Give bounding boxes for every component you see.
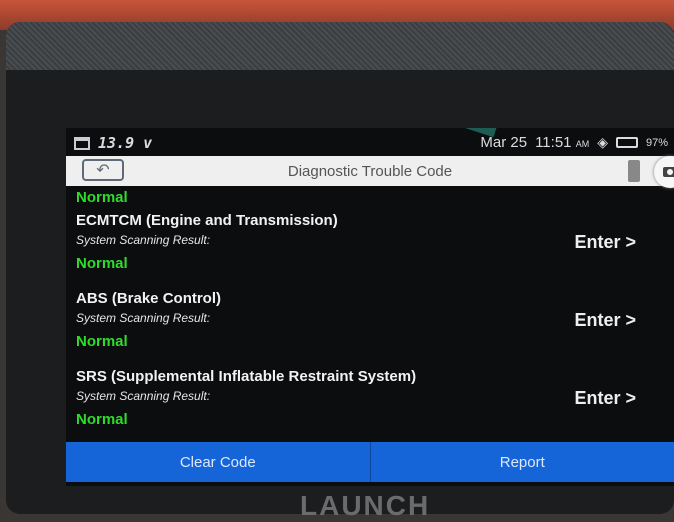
screen: 13.9 v Mar 25 11:51 AM ◈ 97% ↶ Diagnosti… (66, 128, 674, 486)
scan-result-label: System Scanning Result: (76, 389, 210, 403)
battery-percent: 97% (646, 137, 668, 149)
status-normal: Normal (76, 189, 128, 206)
report-button[interactable]: Report (371, 442, 674, 482)
system-list: Normal ECMTCM (Engine and Transmission) … (66, 186, 674, 440)
page-title: Diagnostic Trouble Code (66, 163, 674, 180)
scan-result-label: System Scanning Result: (76, 311, 210, 325)
camera-icon (663, 167, 674, 177)
brand-logo: LAUNCH (300, 490, 430, 522)
system-name: ECMTCM (Engine and Transmission) (76, 212, 338, 229)
enter-button[interactable]: Enter > (574, 388, 636, 409)
wifi-icon: ◈ (597, 134, 608, 151)
voltage-readout: 13.9 v (98, 134, 152, 152)
time: 11:51 AM (535, 134, 589, 151)
document-icon[interactable] (628, 160, 640, 182)
bottom-action-bar: Clear Code Report (66, 442, 674, 482)
status-normal: Normal (76, 333, 128, 350)
list-item[interactable]: SRS (Supplemental Inflatable Restraint S… (76, 368, 666, 446)
status-bar: 13.9 v Mar 25 11:51 AM ◈ 97% (66, 128, 674, 156)
scan-result-label: System Scanning Result: (76, 233, 210, 247)
system-name: ABS (Brake Control) (76, 290, 221, 307)
device-frame-top (6, 22, 674, 70)
calendar-icon (74, 137, 90, 150)
enter-button[interactable]: Enter > (574, 232, 636, 253)
list-item[interactable]: ECMTCM (Engine and Transmission) System … (76, 212, 666, 290)
title-bar: ↶ Diagnostic Trouble Code (66, 156, 674, 186)
list-item[interactable]: ABS (Brake Control) System Scanning Resu… (76, 290, 666, 368)
screenshot-button[interactable] (654, 156, 674, 188)
status-normal: Normal (76, 411, 128, 428)
battery-icon (616, 137, 638, 148)
clear-code-button[interactable]: Clear Code (66, 442, 370, 482)
date: Mar 25 (480, 134, 527, 151)
system-name: SRS (Supplemental Inflatable Restraint S… (76, 368, 416, 385)
status-normal: Normal (76, 255, 128, 272)
enter-button[interactable]: Enter > (574, 310, 636, 331)
